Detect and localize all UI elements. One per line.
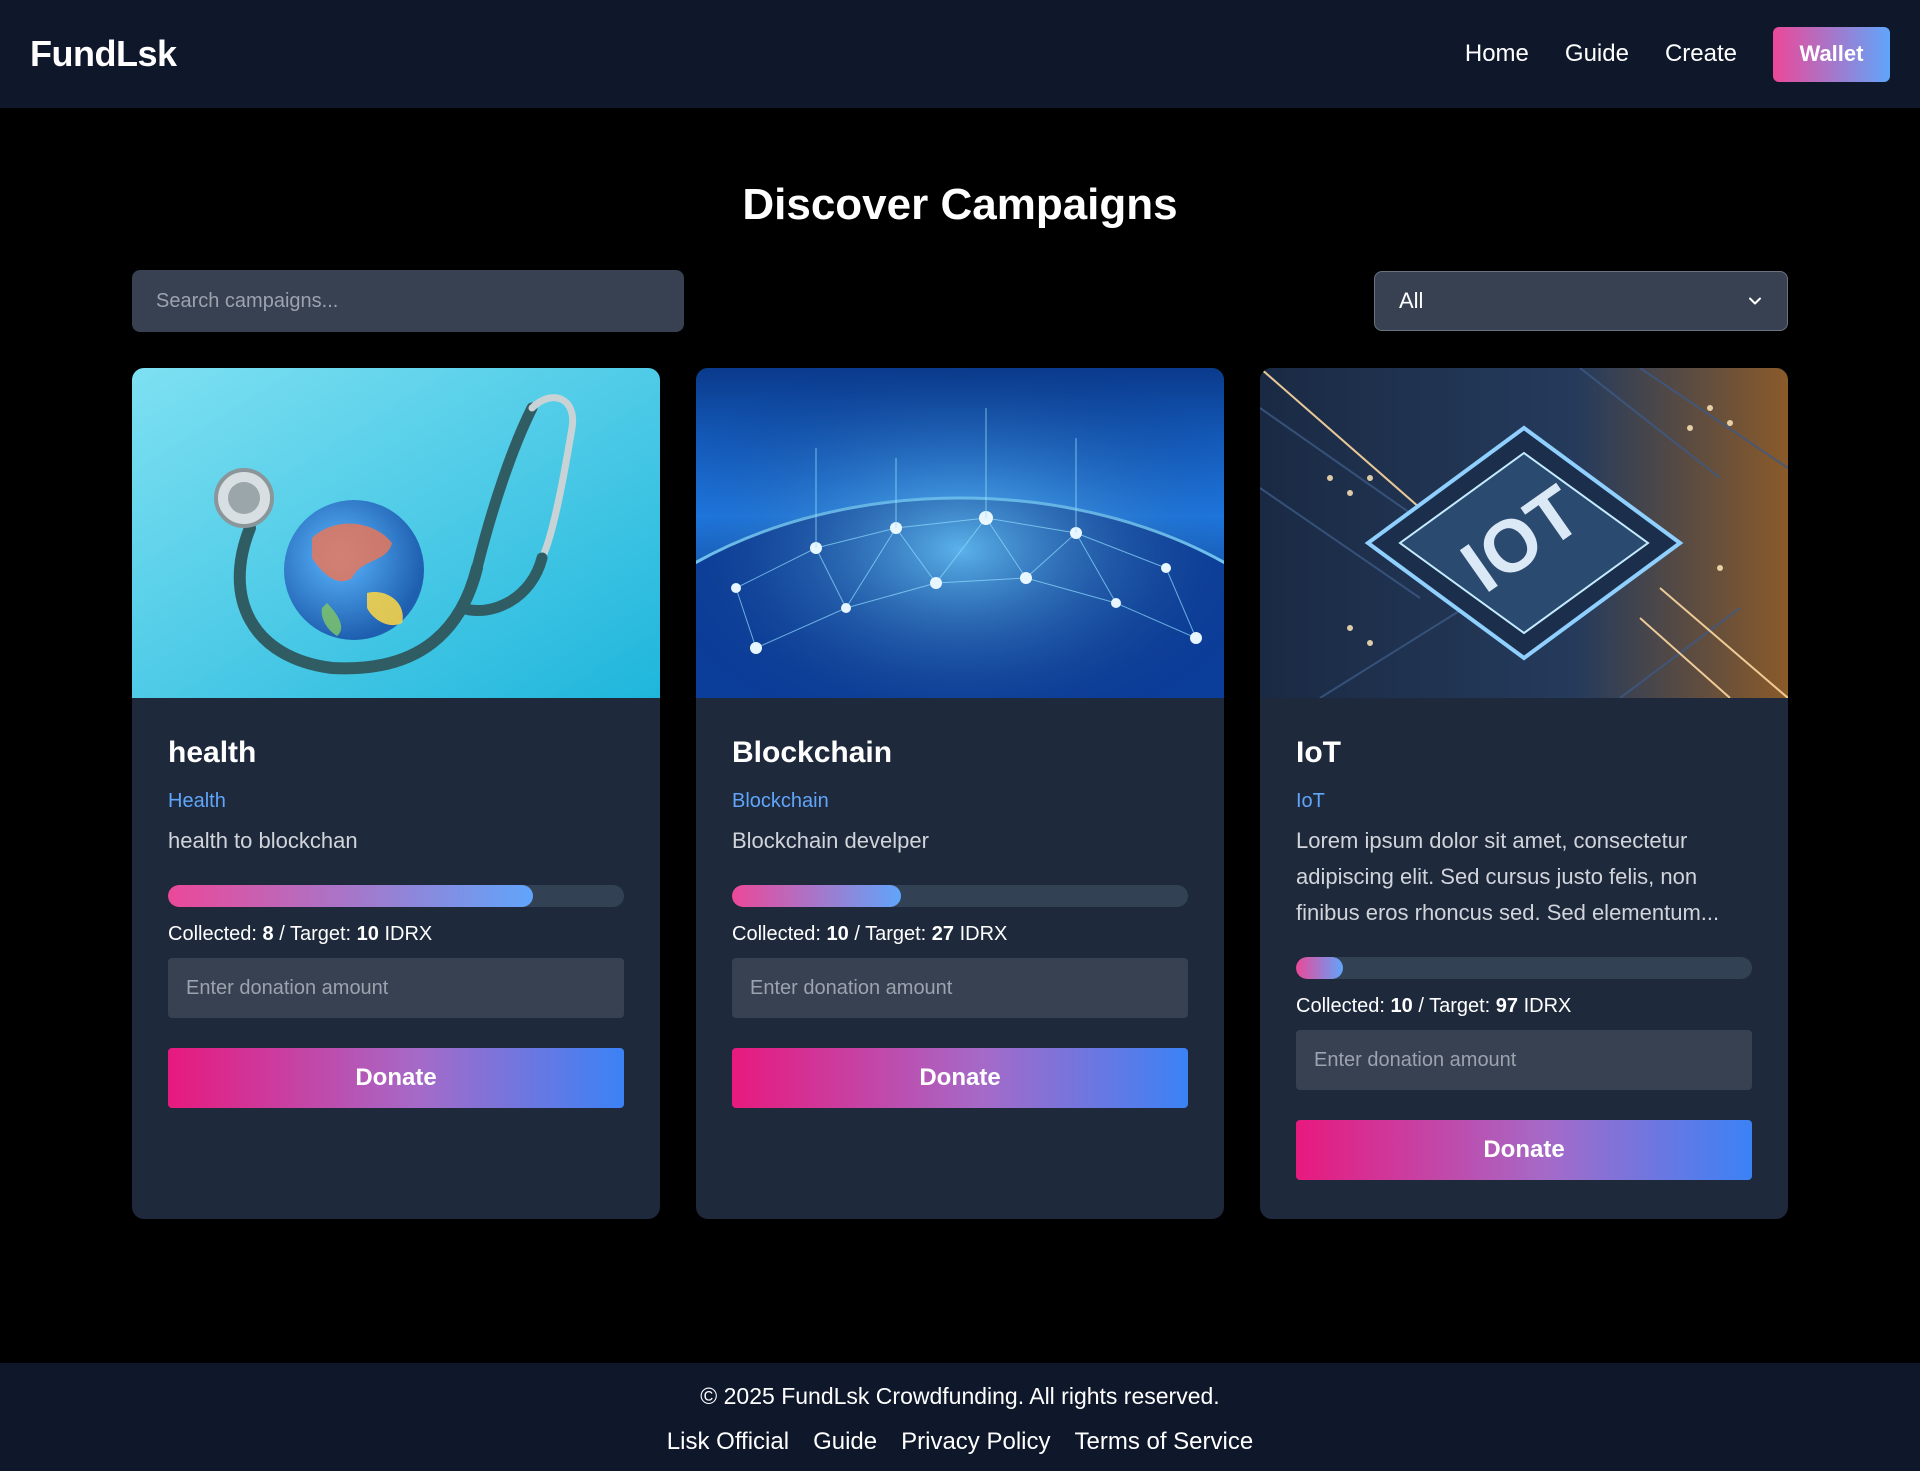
campaign-stats: Collected: 10 / Target: 97 IDRX: [1296, 995, 1752, 1018]
campaign-stats: Collected: 8 / Target: 10 IDRX: [168, 923, 624, 946]
collected-amount: 10: [826, 923, 849, 945]
target-amount: 10: [356, 923, 379, 945]
campaign-title: Blockchain: [732, 736, 893, 769]
campaign-card: Blockchain Blockchain Blockchain develpe…: [696, 368, 1224, 1219]
footer-link-terms-of-service[interactable]: Terms of Service: [1074, 1428, 1253, 1456]
page-title: Discover Campaigns: [742, 180, 1178, 229]
donation-amount-input[interactable]: [1296, 1030, 1752, 1090]
chevron-down-icon: [1749, 297, 1761, 305]
campaign-card: IOT IoT IoT Lorem ipsum dolor sit amet, …: [1260, 368, 1788, 1219]
category-filter-value: All: [1399, 288, 1424, 313]
search-input[interactable]: [132, 270, 684, 332]
donate-button[interactable]: Donate: [732, 1048, 1188, 1108]
campaign-category: Health: [168, 790, 226, 812]
campaign-description: health to blockchan: [168, 828, 358, 853]
campaign-card: health Health health to blockchan Collec…: [132, 368, 660, 1219]
donate-button[interactable]: Donate: [1296, 1120, 1752, 1180]
currency-label: IDRX: [1523, 995, 1572, 1017]
donate-button[interactable]: Donate: [168, 1048, 624, 1108]
campaign-title: IoT: [1296, 736, 1341, 769]
site-footer: © 2025 FundLsk Crowdfunding. All rights …: [0, 1363, 1920, 1471]
campaign-progress-bar: [168, 885, 624, 907]
target-label: / Target:: [854, 923, 927, 945]
target-label: / Target:: [279, 923, 352, 945]
nav-link-home[interactable]: Home: [1465, 40, 1529, 68]
donation-amount-input[interactable]: [732, 958, 1188, 1018]
wallet-button[interactable]: Wallet: [1773, 26, 1890, 82]
footer-link-lisk-official[interactable]: Lisk Official: [667, 1428, 789, 1456]
campaign-progress-fill: [732, 885, 901, 907]
campaign-progress-bar: [732, 885, 1188, 907]
target-amount: 27: [931, 923, 955, 945]
campaign-description: Blockchain develper: [732, 828, 929, 853]
target-label: / Target:: [1418, 995, 1491, 1017]
top-navbar: FundLsk Home Guide Create Wallet: [0, 0, 1920, 108]
copyright-text: © 2025 FundLsk Crowdfunding. All rights …: [700, 1383, 1220, 1409]
collected-label: Collected:: [732, 923, 821, 945]
campaign-progress-fill: [168, 885, 533, 907]
campaign-title: health: [168, 736, 257, 769]
brand-logo[interactable]: FundLsk: [30, 33, 177, 75]
category-filter-select[interactable]: All: [1374, 271, 1788, 331]
campaign-category: IoT: [1296, 790, 1325, 812]
collected-amount: 8: [262, 923, 274, 945]
nav-links: Home Guide Create Wallet: [1465, 26, 1890, 82]
nav-link-create[interactable]: Create: [1665, 40, 1737, 68]
currency-label: IDRX: [384, 923, 433, 945]
nav-link-guide[interactable]: Guide: [1565, 40, 1629, 68]
campaign-description: Lorem ipsum dolor sit amet, consectetur …: [1296, 828, 1720, 925]
campaign-image-iot-chip: IOT: [1260, 368, 1788, 698]
collected-label: Collected:: [1296, 995, 1385, 1017]
currency-label: IDRX: [959, 923, 1008, 945]
campaign-progress-bar: [1296, 957, 1752, 979]
footer-links: Lisk Official Guide Privacy Policy Terms…: [0, 1428, 1920, 1456]
campaign-progress-fill: [1296, 957, 1343, 979]
campaign-stats: Collected: 10 / Target: 27 IDRX: [732, 923, 1188, 946]
target-amount: 97: [1495, 995, 1519, 1017]
campaign-image-stethoscope-globe: [132, 368, 660, 698]
footer-link-privacy-policy[interactable]: Privacy Policy: [901, 1428, 1050, 1456]
collected-label: Collected:: [168, 923, 257, 945]
campaign-category: Blockchain: [732, 790, 829, 812]
collected-amount: 10: [1390, 995, 1413, 1017]
campaign-image-network-globe: [696, 368, 1224, 698]
footer-link-guide[interactable]: Guide: [813, 1428, 877, 1456]
donation-amount-input[interactable]: [168, 958, 624, 1018]
